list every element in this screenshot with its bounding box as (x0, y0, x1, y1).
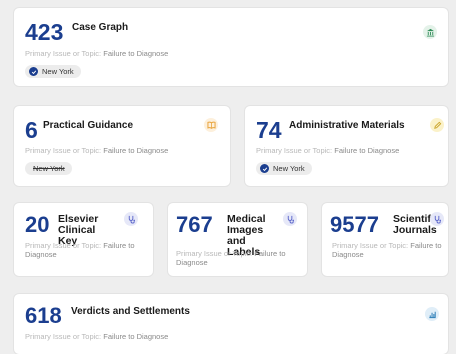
result-count: 423 (25, 19, 64, 45)
pill-label: New York (33, 164, 65, 173)
jurisdiction-pill[interactable]: New York (25, 162, 72, 175)
topic-value: Failure to Diagnose (103, 49, 169, 58)
jurisdiction-pill[interactable]: New York (256, 162, 312, 175)
topic-line: Primary Issue or Topic: Failure to Diagn… (256, 146, 441, 155)
topic-label: Primary Issue or Topic: (25, 49, 102, 58)
topic-label: Primary Issue or Topic: (25, 146, 102, 155)
card-medical-images[interactable]: 767 Medical Images and Labels Primary Is… (168, 203, 307, 276)
stethoscope-icon (283, 212, 297, 226)
pill-label: New York (42, 67, 74, 76)
check-icon (260, 164, 269, 173)
card-verdicts-settlements[interactable]: 618 Verdicts and Settlements Primary Iss… (14, 294, 448, 354)
topic-value: Failure to Diagnose (334, 146, 400, 155)
card-case-graph[interactable]: 423 Case Graph Primary Issue or Topic: F… (14, 8, 448, 86)
topic-line: Primary Issue or Topic: Failure to Diagn… (332, 241, 444, 260)
card-title[interactable]: Administrative Materials (289, 120, 405, 132)
result-count: 9577 (330, 212, 379, 237)
check-icon (29, 67, 38, 76)
bank-icon (423, 25, 437, 39)
topic-label: Primary Issue or Topic: (25, 332, 102, 341)
topic-value: Failure to Diagnose (103, 332, 169, 341)
card-title[interactable]: Case Graph (72, 22, 128, 34)
topic-line: Primary Issue or Topic: Failure to Diagn… (25, 146, 220, 155)
result-count: 74 (256, 117, 282, 143)
card-administrative-materials[interactable]: 74 Administrative Materials Primary Issu… (245, 106, 448, 186)
topic-label: Primary Issue or Topic: (176, 249, 253, 258)
pill-label: New York (273, 164, 305, 173)
jurisdiction-pill[interactable]: New York (25, 65, 81, 78)
topic-line: Primary Issue or Topic: Failure to Diagn… (176, 249, 301, 268)
topic-line: Primary Issue or Topic: Failure to Diagn… (25, 241, 147, 260)
pencil-icon (430, 118, 444, 132)
card-scientific-journals[interactable]: 9577 Scientific Journals Primary Issue o… (322, 203, 448, 276)
book-icon (204, 118, 218, 132)
card-practical-guidance[interactable]: 6 Practical Guidance Primary Issue or To… (14, 106, 230, 186)
topic-label: Primary Issue or Topic: (25, 241, 102, 250)
topic-line: Primary Issue or Topic: Failure to Diagn… (25, 332, 325, 341)
topic-value: Failure to Diagnose (103, 146, 169, 155)
card-title[interactable]: Practical Guidance (43, 120, 133, 132)
card-title[interactable]: Verdicts and Settlements (71, 306, 190, 318)
stethoscope-icon (124, 212, 138, 226)
card-elsevier-clinical-key[interactable]: 20 Elsevier Clinical Key Primary Issue o… (14, 203, 153, 276)
chart-icon (425, 307, 439, 321)
stethoscope-icon (430, 212, 444, 226)
topic-line: Primary Issue or Topic: Failure to Diagn… (25, 49, 325, 58)
topic-label: Primary Issue or Topic: (332, 241, 409, 250)
result-count: 618 (25, 303, 62, 328)
result-count: 6 (25, 117, 38, 143)
result-count: 20 (25, 212, 50, 237)
result-count: 767 (176, 212, 213, 237)
topic-label: Primary Issue or Topic: (256, 146, 333, 155)
